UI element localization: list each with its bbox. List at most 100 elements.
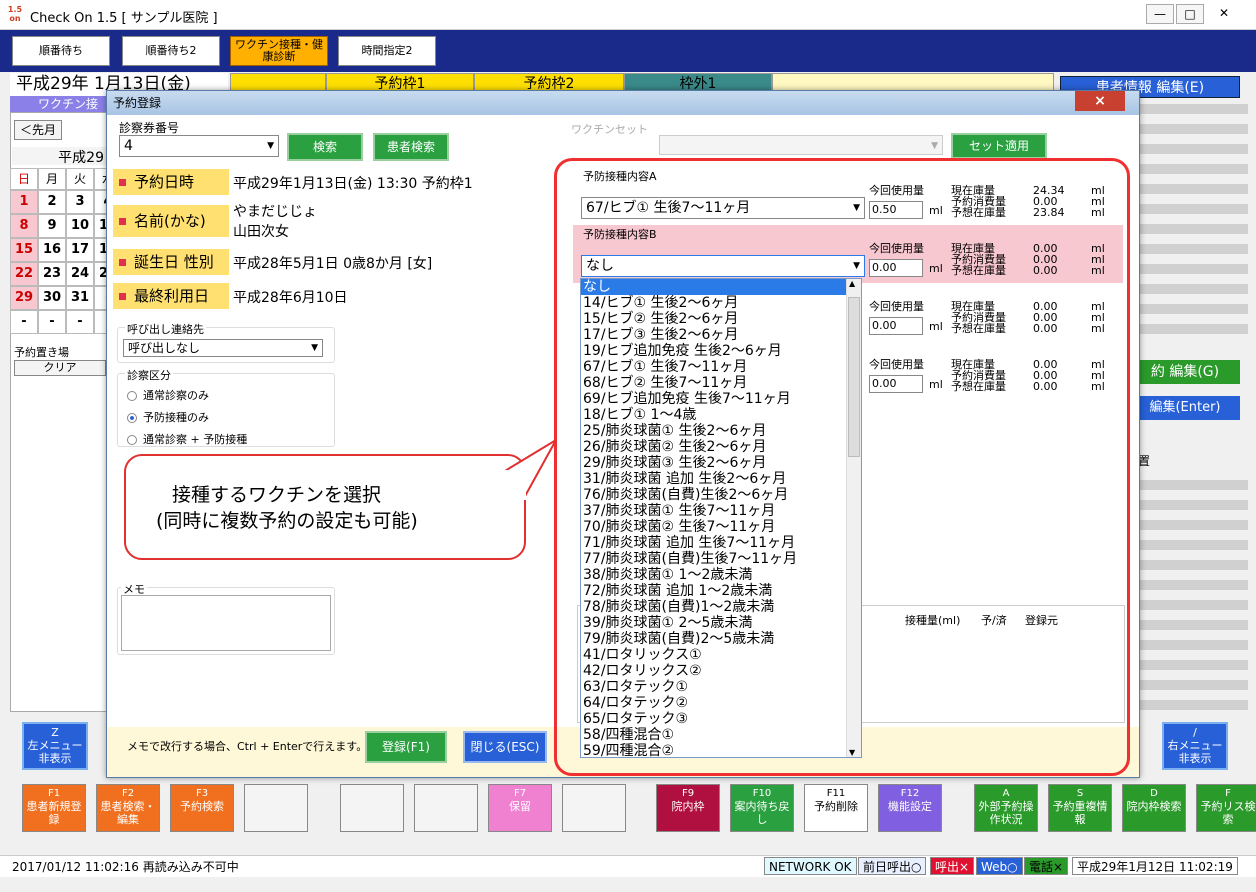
set-apply-button[interactable]: セット適用: [951, 133, 1047, 159]
minimize-icon[interactable]: —: [1146, 4, 1174, 24]
function-key-f3[interactable]: F3 予約検索: [170, 784, 234, 832]
card-number-combo[interactable]: 4 ▼: [119, 135, 279, 157]
dropdown-option[interactable]: 71/肺炎球菌 追加 生後7～11ヶ月: [581, 535, 861, 551]
function-key-f12[interactable]: F12 機能設定: [878, 784, 942, 832]
dropdown-option[interactable]: 58/四種混合①: [581, 727, 861, 743]
close-button[interactable]: 閉じる(ESC): [463, 731, 547, 763]
dropdown-option[interactable]: 63/ロタテック①: [581, 679, 861, 695]
function-key-s[interactable]: S 予約重複情報: [1048, 784, 1112, 832]
dropdown-option[interactable]: 19/ヒブ追加免疫 生後2～6ヶ月: [581, 343, 861, 359]
dropdown-option[interactable]: 29/肺炎球菌③ 生後2～6ヶ月: [581, 455, 861, 471]
function-key-f2[interactable]: F2 患者検索・編集: [96, 784, 160, 832]
clear-button[interactable]: クリア: [14, 360, 106, 376]
cal-day[interactable]: 16: [38, 238, 66, 262]
cal-day[interactable]: 30: [38, 286, 66, 310]
tab-queue2[interactable]: 順番待ち2: [122, 36, 220, 66]
dropdown-option[interactable]: 31/肺炎球菌 追加 生後2～6ヶ月: [581, 471, 861, 487]
contact-select[interactable]: 呼び出しなし ▼: [123, 339, 323, 357]
dropdown-option[interactable]: 78/肺炎球菌(自費)1～2歳未満: [581, 599, 861, 615]
chevron-down-icon: ▼: [311, 343, 318, 353]
cal-day[interactable]: 17: [66, 238, 94, 262]
grey-row: [1140, 104, 1248, 114]
dropdown-option[interactable]: 15/ヒブ② 生後2～6ヶ月: [581, 311, 861, 327]
function-key-f7[interactable]: F7 保留: [488, 784, 552, 832]
function-key-f10[interactable]: F10 案内待ち戻し: [730, 784, 794, 832]
dropdown-option[interactable]: なし: [581, 279, 861, 295]
cal-day[interactable]: 3: [66, 190, 94, 214]
close-window-icon[interactable]: ✕: [1210, 4, 1238, 24]
dropdown-option[interactable]: 18/ヒブ① 1～4歳: [581, 407, 861, 423]
dropdown-option[interactable]: 42/ロタリックス②: [581, 663, 861, 679]
category-option-normal[interactable]: 通常診察のみ: [127, 387, 209, 403]
tab-time[interactable]: 時間指定2: [338, 36, 436, 66]
cal-day[interactable]: 15: [10, 238, 38, 262]
search-button[interactable]: 検索: [287, 133, 363, 161]
left-menu-toggle[interactable]: Z 左メニュー非表示: [22, 722, 88, 770]
edit-enter-button[interactable]: 編集(Enter): [1130, 396, 1240, 420]
dropdown-option[interactable]: 68/ヒブ② 生後7～11ヶ月: [581, 375, 861, 391]
dropdown-option[interactable]: 25/肺炎球菌① 生後2～6ヶ月: [581, 423, 861, 439]
cal-day[interactable]: 31: [66, 286, 94, 310]
fkey-code: F12: [900, 788, 920, 799]
dropdown-option[interactable]: 72/肺炎球菌 追加 1～2歳未満: [581, 583, 861, 599]
cal-day[interactable]: 24: [66, 262, 94, 286]
function-key-a[interactable]: A 外部予約操作状況: [974, 784, 1038, 832]
callout-line2: (同時に複数予約の設定も可能): [156, 510, 418, 532]
cal-day[interactable]: 10: [66, 214, 94, 238]
dropdown-option[interactable]: 39/肺炎球菌① 2～5歳未満: [581, 615, 861, 631]
dropdown-option[interactable]: 14/ヒブ① 生後2～6ヶ月: [581, 295, 861, 311]
right-menu-toggle[interactable]: / 右メニュー非表示: [1162, 722, 1228, 770]
dropdown-option[interactable]: 69/ヒブ追加免疫 生後7～11ヶ月: [581, 391, 861, 407]
dropdown-option[interactable]: 38/肺炎球菌① 1～2歳未満: [581, 567, 861, 583]
cal-day[interactable]: 23: [38, 262, 66, 286]
vaccine-set-label: ワクチンセット: [571, 123, 648, 136]
dropdown-option[interactable]: 67/ヒブ① 生後7～11ヶ月: [581, 359, 861, 375]
cal-day[interactable]: 9: [38, 214, 66, 238]
dropdown-option[interactable]: 79/肺炎球菌(自費)2～5歳未満: [581, 631, 861, 647]
function-key-f[interactable]: F 予約リス検索: [1196, 784, 1256, 832]
category-option-vaccine[interactable]: 予防接種のみ: [127, 409, 209, 425]
prev-month-button[interactable]: ＜先月: [14, 120, 62, 140]
function-key-blank[interactable]: [340, 784, 404, 832]
dropdown-option[interactable]: 26/肺炎球菌② 生後2～6ヶ月: [581, 439, 861, 455]
dialog-close-button[interactable]: ×: [1075, 91, 1125, 111]
fkey-code: F1: [47, 788, 61, 799]
function-key-f11[interactable]: F11 予約削除: [804, 784, 868, 832]
dropdown-option[interactable]: 65/ロタテック③: [581, 711, 861, 727]
dropdown-option[interactable]: 70/肺炎球菌② 生後7～11ヶ月: [581, 519, 861, 535]
function-key-d[interactable]: D 院内枠検索: [1122, 784, 1186, 832]
tab-vaccine[interactable]: ワクチン接種・健康診断: [230, 36, 328, 66]
dropdown-option[interactable]: 64/ロタテック②: [581, 695, 861, 711]
function-key-f1[interactable]: F1 患者新規登録: [22, 784, 86, 832]
tab-queue[interactable]: 順番待ち: [12, 36, 110, 66]
dropdown-option[interactable]: 41/ロタリックス①: [581, 647, 861, 663]
grey-row: [1140, 184, 1248, 194]
cal-day[interactable]: 8: [10, 214, 38, 238]
dropdown-option[interactable]: 37/肺炎球菌① 生後7～11ヶ月: [581, 503, 861, 519]
memo-input[interactable]: [121, 595, 331, 651]
function-key-blank[interactable]: [414, 784, 478, 832]
maximize-icon[interactable]: □: [1176, 4, 1204, 24]
cal-day[interactable]: 2: [38, 190, 66, 214]
dropdown-option[interactable]: 77/肺炎球菌(自費)生後7～11ヶ月: [581, 551, 861, 567]
cal-day[interactable]: 1: [10, 190, 38, 214]
grey-row: [1140, 680, 1248, 690]
function-key-blank[interactable]: [562, 784, 626, 832]
category-option-both[interactable]: 通常診察 + 予防接種: [127, 431, 247, 447]
radio-icon: [127, 391, 137, 401]
patient-search-button[interactable]: 患者検索: [373, 133, 449, 161]
vaccine-set-select[interactable]: ▼: [659, 135, 943, 155]
dropdown-option[interactable]: 59/四種混合②: [581, 743, 861, 757]
grey-row: [1140, 304, 1248, 314]
function-key-blank[interactable]: [244, 784, 308, 832]
cal-day[interactable]: 22: [10, 262, 38, 286]
contact-label: 呼び出し連絡先: [125, 321, 206, 337]
vaccine-dropdown[interactable]: なし 14/ヒブ① 生後2～6ヶ月 15/ヒブ② 生後2～6ヶ月 17/ヒブ③ 生後2…: [580, 278, 862, 758]
dropdown-scrollbar[interactable]: ▲ ▼: [846, 279, 861, 757]
dropdown-option[interactable]: 76/肺炎球菌(自費)生後2～6ヶ月: [581, 487, 861, 503]
function-key-f9[interactable]: F9 院内枠: [656, 784, 720, 832]
cal-day[interactable]: 29: [10, 286, 38, 310]
reserve-edit-button[interactable]: 約 編集(G): [1130, 360, 1240, 384]
dropdown-option[interactable]: 17/ヒブ③ 生後2～6ヶ月: [581, 327, 861, 343]
register-button[interactable]: 登録(F1): [365, 731, 447, 763]
